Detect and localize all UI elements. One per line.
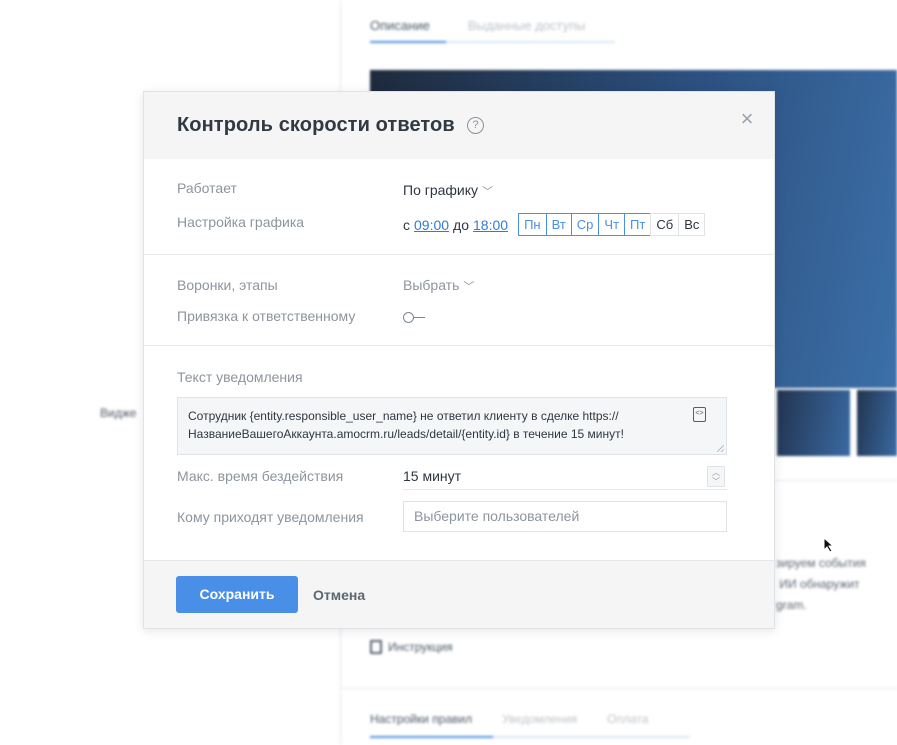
day-toggle-thu[interactable]: Чт — [598, 213, 626, 236]
tab-granted-access[interactable]: Выданные доступы — [468, 18, 586, 33]
to-prefix: до — [453, 216, 470, 233]
toggle-knob — [403, 312, 414, 323]
pipelines-value: Выбрать — [403, 277, 460, 293]
background-tab-indicator — [370, 41, 615, 43]
pipeline-section: Воронки, этапы Выбрать ﹀ Привязка к ответ… — [144, 255, 774, 346]
stepper-down-icon[interactable]: ﹀ — [708, 478, 724, 486]
background-divider — [340, 688, 897, 689]
tab-rules-settings[interactable]: Настройки правил — [370, 712, 472, 726]
bind-responsible-label: Привязка к ответственному — [177, 308, 356, 324]
tab-payment[interactable]: Оплата — [607, 712, 648, 726]
notification-text-field[interactable]: Сотрудник {entity.responsible_user_name}… — [177, 397, 727, 455]
works-label: Работает — [177, 180, 237, 196]
day-toggle-fri[interactable]: Пт — [624, 213, 652, 236]
background-tabs: Описание Выданные доступы — [370, 18, 586, 33]
response-speed-modal: Контроль скорости ответов ? × Работает П… — [143, 91, 775, 629]
max-idle-stepper[interactable]: ︿ ﹀ — [707, 466, 725, 487]
mouse-cursor-icon — [823, 537, 835, 553]
day-toggle-sun[interactable]: Вс — [678, 213, 706, 236]
tab-notifications[interactable]: Уведомления — [502, 712, 577, 726]
bind-responsible-toggle[interactable] — [403, 312, 427, 324]
max-idle-value: 15 минут — [403, 468, 462, 484]
sidebar-label: Видже — [100, 406, 137, 420]
toggle-track — [414, 317, 425, 319]
widget-thumbnail[interactable] — [777, 390, 850, 456]
settings-tabs: Настройки правил Уведомления Оплата — [370, 712, 648, 726]
schedule-section: Работает По графику ﹀ Настройка графика с… — [144, 159, 774, 255]
close-icon[interactable]: × — [738, 108, 756, 130]
tab-description[interactable]: Описание — [370, 18, 430, 33]
notification-section: Текст уведомления Сотрудник {entity.resp… — [144, 346, 774, 562]
weekday-selector: Пн Вт Ср Чт Пт Сб Вс — [518, 213, 706, 236]
schedule-label: Настройка графика — [177, 214, 305, 230]
chevron-down-icon: ﹀ — [482, 186, 494, 198]
cancel-button[interactable]: Отмена — [313, 587, 365, 603]
modal-footer: Сохранить Отмена — [144, 560, 774, 628]
resize-handle-icon[interactable] — [717, 445, 724, 452]
chevron-down-icon: ﹀ — [463, 281, 475, 293]
max-idle-field[interactable]: 15 минут ︿ ﹀ — [403, 464, 727, 490]
document-icon — [370, 640, 382, 654]
schedule-settings: с 09:00 до 18:00 Пн Вт Ср Чт Пт Сб Вс — [403, 213, 706, 236]
help-icon[interactable]: ? — [467, 117, 484, 134]
day-toggle-mon[interactable]: Пн — [518, 213, 547, 236]
day-toggle-sat[interactable]: Сб — [650, 213, 680, 236]
instruction-link[interactable]: Инструкция — [370, 640, 453, 654]
works-value: По графику — [403, 182, 479, 198]
modal-title: Контроль скорости ответов — [177, 114, 455, 136]
to-time-link[interactable]: 18:00 — [473, 217, 508, 233]
notification-text-label: Текст уведомления — [177, 369, 303, 385]
works-dropdown[interactable]: По графику ﹀ — [403, 182, 493, 199]
stepper-up-icon[interactable]: ︿ — [708, 469, 724, 477]
instruction-label: Инструкция — [388, 640, 453, 654]
settings-tab-indicator — [370, 736, 690, 738]
day-toggle-wed[interactable]: Ср — [570, 213, 600, 236]
pipelines-dropdown[interactable]: Выбрать ﹀ — [403, 277, 474, 294]
max-idle-label: Макс. время бездействия — [177, 468, 344, 484]
widget-description: зируем события ИИ обнаружит gram. — [776, 556, 866, 612]
recipients-select[interactable]: Выберите пользователей — [403, 501, 727, 532]
from-prefix: с — [403, 216, 410, 233]
day-toggle-tue[interactable]: Вт — [545, 213, 572, 236]
from-time-link[interactable]: 09:00 — [414, 217, 449, 233]
notification-text: Сотрудник {entity.responsible_user_name}… — [188, 409, 624, 441]
save-button[interactable]: Сохранить — [176, 576, 298, 613]
recipients-label: Кому приходят уведомления — [177, 509, 364, 525]
code-template-icon[interactable]: <> — [693, 407, 706, 422]
modal-header: Контроль скорости ответов ? × — [144, 92, 774, 159]
pipelines-label: Воронки, этапы — [177, 277, 278, 293]
widget-thumbnail[interactable] — [857, 390, 897, 456]
